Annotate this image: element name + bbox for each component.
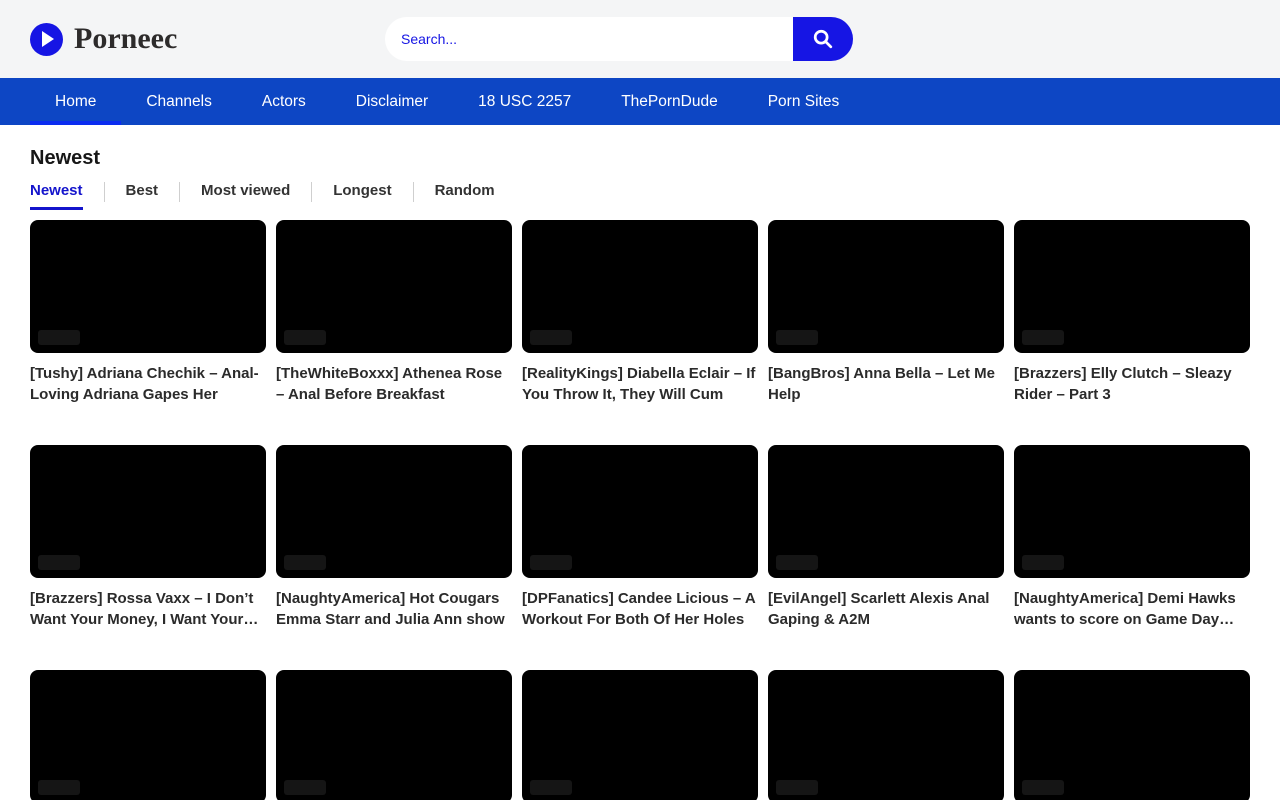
video-card	[30, 670, 266, 800]
tab-newest[interactable]: Newest	[30, 182, 83, 210]
logo[interactable]: Porneec	[30, 22, 177, 56]
tab-divider	[413, 182, 414, 202]
logo-text: Porneec	[74, 22, 177, 56]
nav-item-actors[interactable]: Actors	[237, 78, 331, 125]
video-grid: [Tushy] Adriana Chechik – Anal-Loving Ad…	[30, 220, 1250, 800]
video-card: [EvilAngel] Scarlett Alexis Anal Gaping …	[768, 445, 1004, 630]
duration-badge	[1022, 780, 1064, 795]
tab-divider	[179, 182, 180, 202]
video-card	[1014, 670, 1250, 800]
duration-badge	[776, 780, 818, 795]
search-input[interactable]	[385, 17, 793, 61]
video-thumbnail[interactable]	[522, 445, 758, 578]
video-thumbnail[interactable]	[30, 445, 266, 578]
video-card: [RealityKings] Diabella Eclair – If You …	[522, 220, 758, 405]
tab-longest[interactable]: Longest	[333, 182, 391, 210]
play-icon	[30, 23, 63, 56]
video-title[interactable]: [RealityKings] Diabella Eclair – If You …	[522, 363, 758, 405]
search-button[interactable]	[793, 17, 853, 61]
video-card: [BangBros] Anna Bella – Let Me Help	[768, 220, 1004, 405]
video-thumbnail[interactable]	[30, 220, 266, 353]
video-card: [Brazzers] Rossa Vaxx – I Don’t Want You…	[30, 445, 266, 630]
video-title[interactable]: [Tushy] Adriana Chechik – Anal-Loving Ad…	[30, 363, 266, 405]
duration-badge	[38, 330, 80, 345]
video-thumbnail[interactable]	[276, 670, 512, 800]
video-thumbnail[interactable]	[276, 220, 512, 353]
video-thumbnail[interactable]	[522, 670, 758, 800]
nav-item-18-usc-2257[interactable]: 18 USC 2257	[453, 78, 596, 125]
main-nav: HomeChannelsActorsDisclaimer18 USC 2257T…	[0, 78, 1280, 125]
duration-badge	[38, 780, 80, 795]
video-card: [TheWhiteBoxxx] Athenea Rose – Anal Befo…	[276, 220, 512, 405]
tab-divider	[104, 182, 105, 202]
duration-badge	[776, 330, 818, 345]
video-title[interactable]: [Brazzers] Rossa Vaxx – I Don’t Want You…	[30, 588, 266, 630]
nav-item-theporndude[interactable]: ThePornDude	[596, 78, 743, 125]
video-title[interactable]: [DPFanatics] Candee Licious – A Workout …	[522, 588, 758, 630]
video-thumbnail[interactable]	[768, 670, 1004, 800]
video-title[interactable]: [TheWhiteBoxxx] Athenea Rose – Anal Befo…	[276, 363, 512, 405]
video-card	[522, 670, 758, 800]
tab-most-viewed[interactable]: Most viewed	[201, 182, 290, 210]
duration-badge	[530, 330, 572, 345]
duration-badge	[284, 555, 326, 570]
duration-badge	[1022, 555, 1064, 570]
video-card: [Tushy] Adriana Chechik – Anal-Loving Ad…	[30, 220, 266, 405]
video-title[interactable]: [Brazzers] Elly Clutch – Sleazy Rider – …	[1014, 363, 1250, 405]
nav-item-home[interactable]: Home	[30, 78, 121, 125]
tabs: Newest Best Most viewed Longest Random	[30, 182, 1250, 210]
duration-badge	[1022, 330, 1064, 345]
video-title[interactable]: [NaughtyAmerica] Hot Cougars Emma Starr …	[276, 588, 512, 630]
video-card: [NaughtyAmerica] Hot Cougars Emma Starr …	[276, 445, 512, 630]
video-thumbnail[interactable]	[768, 445, 1004, 578]
video-thumbnail[interactable]	[1014, 670, 1250, 800]
duration-badge	[776, 555, 818, 570]
duration-badge	[284, 330, 326, 345]
video-thumbnail[interactable]	[522, 220, 758, 353]
video-card: [Brazzers] Elly Clutch – Sleazy Rider – …	[1014, 220, 1250, 405]
video-thumbnail[interactable]	[1014, 220, 1250, 353]
site-header: Porneec	[0, 0, 1280, 78]
tab-divider	[311, 182, 312, 202]
video-card: [DPFanatics] Candee Licious – A Workout …	[522, 445, 758, 630]
duration-badge	[530, 780, 572, 795]
duration-badge	[530, 555, 572, 570]
video-card	[768, 670, 1004, 800]
video-thumbnail[interactable]	[1014, 445, 1250, 578]
page-title: Newest	[30, 147, 1250, 170]
video-card: [NaughtyAmerica] Demi Hawks wants to sco…	[1014, 445, 1250, 630]
duration-badge	[284, 780, 326, 795]
video-title[interactable]: [EvilAngel] Scarlett Alexis Anal Gaping …	[768, 588, 1004, 630]
tab-random[interactable]: Random	[435, 182, 495, 210]
nav-item-disclaimer[interactable]: Disclaimer	[331, 78, 453, 125]
search-bar	[385, 17, 853, 61]
tab-best[interactable]: Best	[126, 182, 159, 210]
duration-badge	[38, 555, 80, 570]
video-card	[276, 670, 512, 800]
video-thumbnail[interactable]	[276, 445, 512, 578]
search-icon	[812, 28, 834, 50]
main-content: Newest Newest Best Most viewed Longest Rando…	[0, 147, 1280, 800]
video-thumbnail[interactable]	[30, 670, 266, 800]
video-thumbnail[interactable]	[768, 220, 1004, 353]
nav-item-channels[interactable]: Channels	[121, 78, 237, 125]
nav-item-porn-sites[interactable]: Porn Sites	[743, 78, 865, 125]
video-title[interactable]: [BangBros] Anna Bella – Let Me Help	[768, 363, 1004, 405]
video-title[interactable]: [NaughtyAmerica] Demi Hawks wants to sco…	[1014, 588, 1250, 630]
